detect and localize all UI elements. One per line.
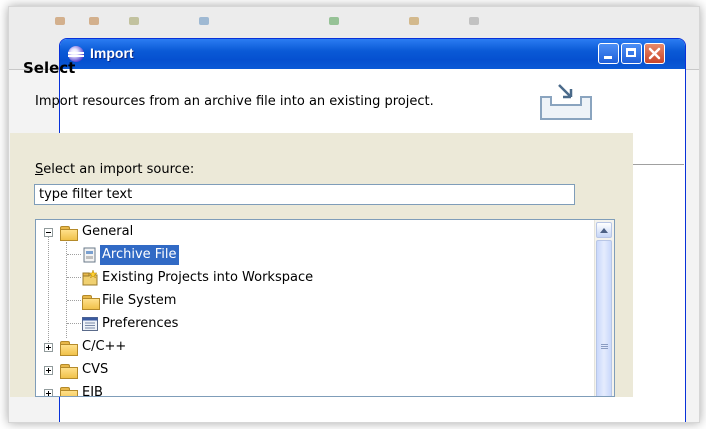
archive-file-icon [83,247,96,263]
tree-item-label: C/C++ [82,339,127,354]
page-title: Select [23,59,76,77]
tree-item-label: EJB [82,385,103,397]
expand-toggle[interactable] [44,389,53,396]
tree-guide [67,300,81,301]
preferences-icon [82,317,98,331]
import-source-label-text: elect an import source: [43,162,195,177]
tree-item-general[interactable]: General [44,222,344,242]
toolbar-icon [409,17,419,25]
folder-icon [82,295,100,310]
tree-item-label: Existing Projects into Workspace [102,270,314,285]
tree-item-label: General [82,224,134,239]
grip-icon [601,344,608,345]
expand-toggle[interactable] [44,343,53,352]
folder-icon [60,341,78,356]
toolbar-icon [55,17,65,25]
scroll-thumb[interactable] [596,240,612,396]
tree-item-existing-projects[interactable]: Existing Projects into Workspace [82,268,382,288]
tree-item-label: Archive File [100,245,179,265]
toolbar-icon [129,17,139,25]
project-icon [82,270,98,286]
filter-input[interactable] [34,184,575,205]
tree-item-preferences[interactable]: Preferences [82,314,282,334]
tree-item-file-system[interactable]: File System [82,291,282,311]
tree-guide [67,254,81,255]
toolbar-icon [89,17,99,25]
toolbar-icon [199,17,209,25]
scroll-up-button[interactable] [596,222,612,238]
tree-item-cpp[interactable]: C/C++ [44,337,244,357]
folder-icon [60,364,78,379]
title-bar[interactable]: Import [60,39,685,69]
tree-item-cvs[interactable]: CVS [44,360,244,380]
tree-guide [67,323,81,324]
minimize-button[interactable] [598,43,619,64]
tree-item-label: Preferences [102,316,179,331]
page-description: Import resources from an archive file in… [35,94,434,109]
minimize-icon [604,56,612,59]
maximize-button[interactable] [621,43,642,64]
maximize-icon [626,48,636,57]
toolbar-icon [329,17,339,25]
tree-item-archive-file[interactable]: Archive File [82,245,282,265]
screenshot-frame: Import Select Import resources from an a… [8,6,700,423]
expand-toggle[interactable] [44,366,53,375]
collapse-toggle[interactable] [44,228,53,237]
import-source-tree[interactable]: General Archive File Existing Projects i… [35,219,615,397]
folder-icon [60,387,78,396]
close-icon [648,47,661,60]
vertical-scrollbar[interactable] [594,220,614,396]
tree-item-ejb[interactable]: EJB [44,383,244,397]
import-wizard-icon [540,84,592,120]
tree-item-label: File System [102,293,177,308]
tree-item-label: CVS [82,362,109,377]
folder-open-icon [60,226,78,241]
window-title: Import [90,45,134,61]
close-button[interactable] [644,43,665,64]
tree-guide [48,234,49,344]
toolbar-icon [469,17,479,25]
tree-guide [67,277,81,278]
import-source-label: Select an import source: [35,162,194,177]
